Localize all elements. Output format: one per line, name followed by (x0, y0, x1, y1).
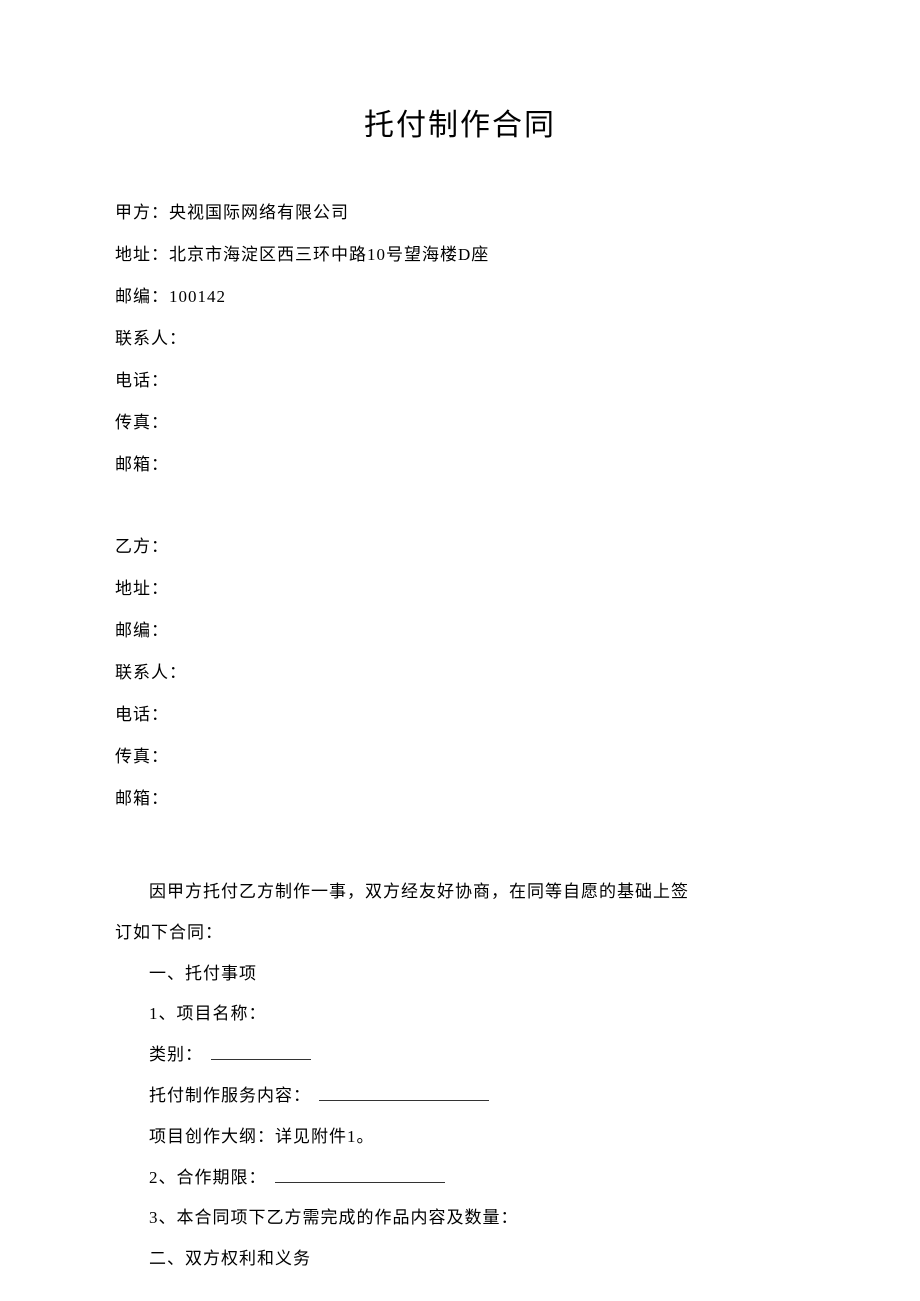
party-a-address: 地址：北京市海淀区西三环中路10号望海楼D座 (115, 246, 805, 263)
party-b-name: 乙方： (115, 538, 805, 555)
party-a-name-value: 央视国际网络有限公司 (169, 203, 349, 222)
party-a-address-label: 地址： (115, 245, 169, 264)
item-1-category-label: 类别： (149, 1045, 203, 1064)
party-b-postcode: 邮编： (115, 622, 805, 639)
party-b-fax-label: 传真： (115, 747, 169, 766)
party-b-contact-label: 联系人： (115, 663, 187, 682)
party-a-email-label: 邮箱： (115, 455, 169, 474)
party-a-contact-label: 联系人： (115, 329, 187, 348)
blank-field (211, 1043, 311, 1060)
party-a-email: 邮箱： (115, 456, 805, 473)
party-a-postcode-label: 邮编： (115, 287, 169, 306)
item-2-term: 2、合作期限： (115, 1158, 805, 1199)
blank-field (319, 1084, 489, 1101)
item-1-project-name: 1、项目名称： (115, 994, 805, 1035)
blank-field (275, 1166, 445, 1183)
party-b-address: 地址： (115, 580, 805, 597)
party-b-fax: 传真： (115, 748, 805, 765)
preamble-line-2: 订如下合同： (115, 913, 805, 954)
section-1-title: 一、托付事项 (115, 954, 805, 995)
party-a-name-label: 甲方： (115, 203, 169, 222)
item-1-service-label: 托付制作服务内容： (149, 1086, 311, 1105)
party-a-fax-label: 传真： (115, 413, 169, 432)
item-1-outline: 项目创作大纲：详见附件1。 (115, 1117, 805, 1158)
contract-body: 因甲方托付乙方制作一事，双方经友好协商，在同等自愿的基础上签 订如下合同： 一、… (115, 872, 805, 1280)
party-a-section: 甲方：央视国际网络有限公司 地址：北京市海淀区西三环中路10号望海楼D座 邮编：… (115, 204, 805, 473)
party-b-phone-label: 电话： (115, 705, 169, 724)
item-1-service: 托付制作服务内容： (115, 1076, 805, 1117)
item-1-category: 类别： (115, 1035, 805, 1076)
item-2-label: 2、合作期限： (149, 1168, 267, 1187)
party-a-phone-label: 电话： (115, 371, 169, 390)
party-b-section: 乙方： 地址： 邮编： 联系人： 电话： 传真： 邮箱： (115, 538, 805, 807)
party-a-name: 甲方：央视国际网络有限公司 (115, 204, 805, 221)
party-b-address-label: 地址： (115, 579, 169, 598)
party-a-postcode: 邮编：100142 (115, 288, 805, 305)
party-b-phone: 电话： (115, 706, 805, 723)
item-3-deliverables: 3、本合同项下乙方需完成的作品内容及数量： (115, 1198, 805, 1239)
party-a-address-value: 北京市海淀区西三环中路10号望海楼D座 (169, 245, 489, 264)
party-b-contact: 联系人： (115, 664, 805, 681)
party-a-phone: 电话： (115, 372, 805, 389)
preamble-line-1: 因甲方托付乙方制作一事，双方经友好协商，在同等自愿的基础上签 (115, 872, 805, 913)
party-a-fax: 传真： (115, 414, 805, 431)
party-b-email-label: 邮箱： (115, 789, 169, 808)
party-b-name-label: 乙方： (115, 537, 169, 556)
party-a-contact: 联系人： (115, 330, 805, 347)
section-2-title: 二、双方权利和义务 (115, 1239, 805, 1280)
party-b-postcode-label: 邮编： (115, 621, 169, 640)
document-title: 托付制作合同 (115, 100, 805, 144)
party-b-email: 邮箱： (115, 790, 805, 807)
party-a-postcode-value: 100142 (169, 287, 226, 306)
